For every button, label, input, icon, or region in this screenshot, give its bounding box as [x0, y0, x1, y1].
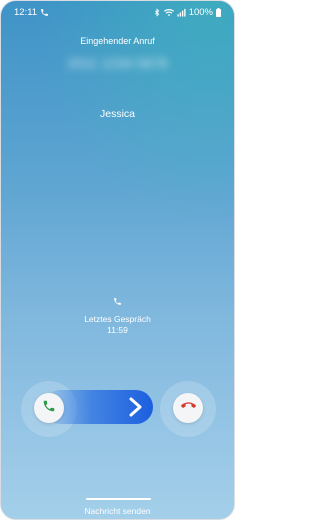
incoming-call-label: Eingehender Anruf: [80, 36, 155, 46]
signal-icon: [177, 8, 186, 17]
send-message-button[interactable]: Nachricht senden: [1, 506, 234, 516]
last-call-time: 11:59: [107, 325, 128, 335]
chevron-right-icon: [125, 395, 145, 424]
caller-number-blurred: 2011 1234 5678: [67, 55, 168, 71]
status-left: 12:11: [14, 7, 49, 18]
incoming-call-screen: 12:11 100% Eingehender Anruf 2011 1234 5…: [0, 0, 235, 520]
battery-level: 100%: [188, 7, 213, 18]
phone-accept-icon: [42, 399, 56, 418]
bluetooth-icon: [153, 8, 161, 17]
last-call-label: Letztes Gespräch: [84, 314, 151, 324]
battery-icon: [216, 8, 221, 17]
phone-decline-icon: [180, 398, 196, 418]
phone-icon: [113, 293, 122, 311]
decline-call-button[interactable]: [173, 393, 203, 423]
phone-icon: [40, 8, 49, 17]
status-bar: 12:11 100%: [1, 1, 234, 23]
message-divider: [86, 498, 151, 500]
accept-call-button[interactable]: [34, 393, 64, 423]
last-call-info: Letztes Gespräch 11:59: [1, 293, 234, 335]
caller-name: Jessica: [99, 108, 135, 120]
status-time: 12:11: [14, 7, 38, 18]
wifi-icon: [163, 8, 174, 17]
status-right: 100%: [153, 7, 221, 18]
